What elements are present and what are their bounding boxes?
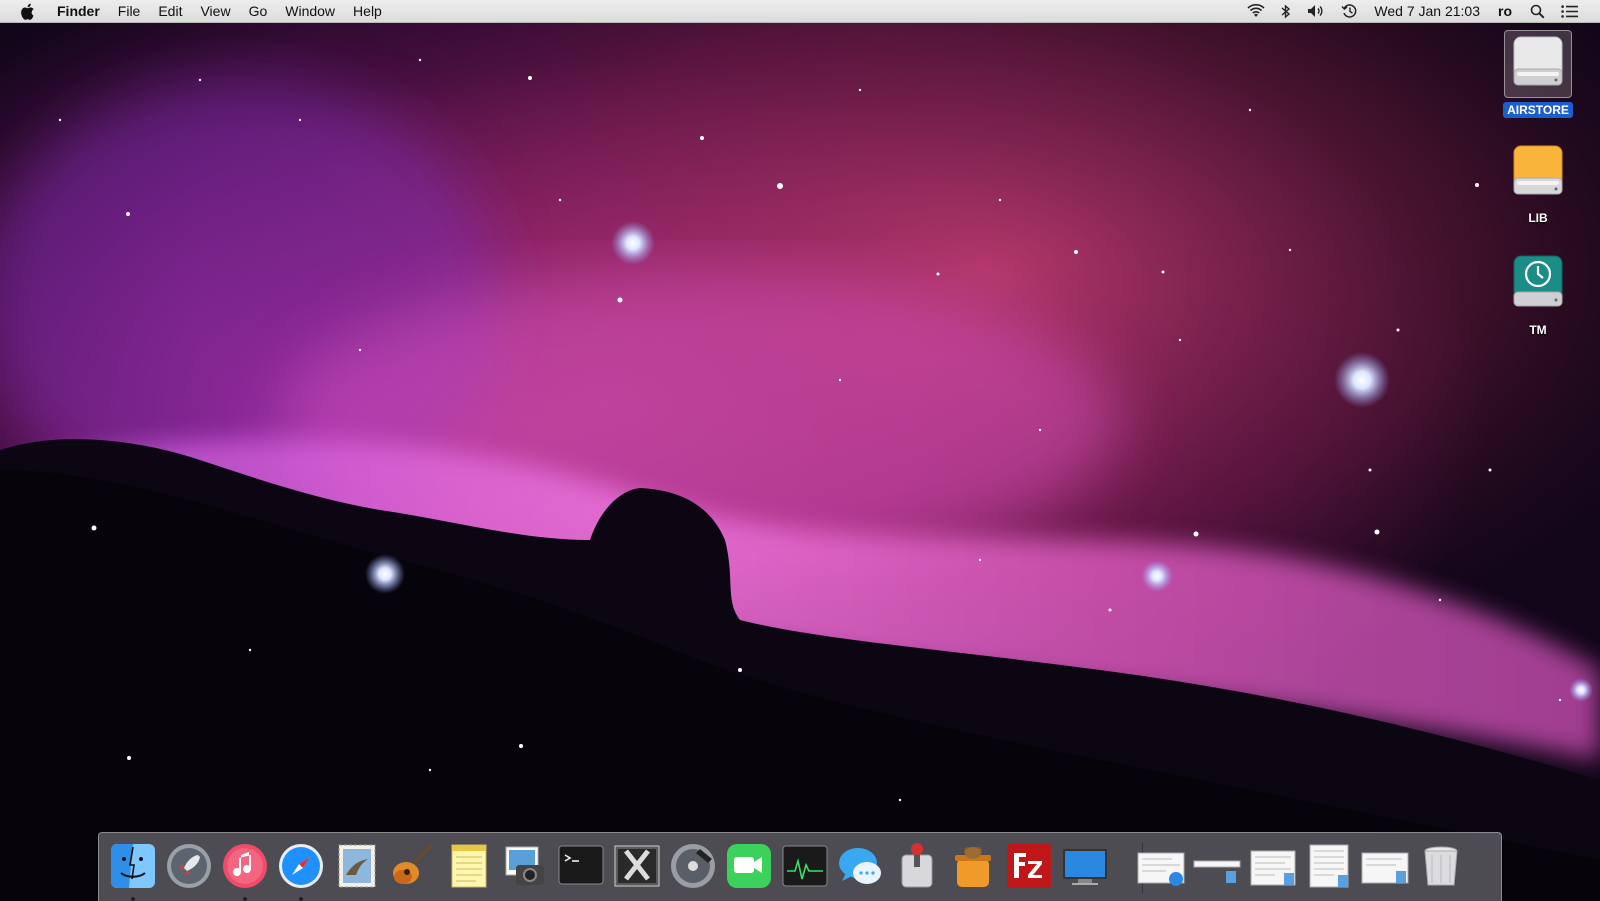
dock-screen-sharing[interactable]: [1060, 841, 1110, 891]
desktop-icon-label: LIB: [1528, 211, 1548, 225]
dock-facetime[interactable]: [724, 841, 774, 891]
notification-center-icon[interactable]: [1553, 4, 1586, 18]
dock-dvd-player[interactable]: [668, 841, 718, 891]
disc-icon: [671, 844, 715, 888]
menu-file[interactable]: File: [109, 0, 150, 22]
dock-notes[interactable]: [444, 841, 494, 891]
desktop-icon-tm[interactable]: TM: [1495, 252, 1581, 339]
dock: [98, 832, 1502, 901]
running-indicator: [243, 897, 247, 901]
dock-finder[interactable]: [108, 841, 158, 901]
dock-filezilla[interactable]: [1004, 841, 1054, 891]
document-stack-icon: [1309, 844, 1349, 888]
dock-trash[interactable]: [1416, 841, 1466, 891]
bluetooth-icon[interactable]: [1273, 3, 1299, 19]
dock-stack-document-2[interactable]: [1192, 841, 1242, 891]
mail-stamp-icon: [338, 844, 376, 888]
desktop-icon-label: TM: [1529, 323, 1547, 337]
transmission-icon: [901, 843, 933, 888]
wifi-icon[interactable]: [1239, 4, 1273, 18]
document-stack-icon: [1193, 860, 1241, 883]
dock-transmission[interactable]: [892, 841, 942, 891]
compass-icon: [279, 844, 323, 888]
time-machine-icon[interactable]: [1333, 3, 1366, 19]
running-indicator: [299, 897, 303, 901]
dock-stack-document-3[interactable]: [1248, 841, 1298, 891]
orange-drive-icon: [1505, 140, 1571, 206]
dock-stack-document-1[interactable]: [1136, 841, 1186, 891]
input-source-indicator[interactable]: ro: [1488, 0, 1522, 22]
volume-icon[interactable]: [1299, 4, 1333, 18]
archive-jar-icon: [955, 847, 991, 887]
dock-activity-monitor[interactable]: [780, 841, 830, 891]
dock-garageband[interactable]: [388, 841, 438, 891]
running-indicator: [131, 897, 135, 901]
desktop-icon-lib[interactable]: LIB: [1495, 140, 1581, 227]
desktop-icon-airstore[interactable]: AIRSTORE: [1495, 30, 1581, 119]
menu-view[interactable]: View: [191, 0, 239, 22]
desktop-wallpaper: [0, 0, 1600, 900]
menu-window[interactable]: Window: [276, 0, 344, 22]
camera-photos-icon: [505, 846, 544, 885]
dock-itunes[interactable]: [220, 841, 270, 901]
notepad-icon: [451, 844, 487, 888]
menubar-clock[interactable]: Wed 7 Jan 21:03: [1366, 0, 1488, 22]
dock-archiver[interactable]: [948, 841, 998, 891]
rocket-icon: [167, 844, 211, 888]
document-stack-icon: [1250, 850, 1296, 886]
x-chat-icon: [614, 845, 660, 887]
document-stack-icon: [1361, 852, 1409, 884]
menu-edit[interactable]: Edit: [149, 0, 191, 22]
dock-mail[interactable]: [332, 841, 382, 891]
music-note-icon: [223, 844, 267, 888]
guitar-icon: [393, 843, 434, 884]
apple-menu-icon[interactable]: [16, 0, 38, 22]
dock-terminal[interactable]: [556, 841, 606, 891]
chat-bubble-icon: [839, 848, 881, 884]
finder-icon: [111, 844, 155, 888]
menu-bar: Finder File Edit View Go Window Help Wed…: [0, 0, 1600, 23]
document-stack-icon: [1137, 852, 1185, 886]
dock-stack-document-5[interactable]: [1360, 841, 1410, 891]
dock-messages[interactable]: [836, 841, 886, 891]
terminal-icon: [558, 845, 604, 885]
dock-x-chat[interactable]: [612, 841, 662, 891]
trash-icon: [1424, 846, 1458, 886]
filezilla-icon: [1007, 844, 1051, 888]
time-machine-drive-icon: [1505, 252, 1571, 318]
dock-image-capture[interactable]: [500, 841, 550, 891]
spotlight-icon[interactable]: [1522, 4, 1553, 19]
menu-help[interactable]: Help: [344, 0, 391, 22]
monitor-icon: [1063, 849, 1107, 885]
external-drive-icon: [1504, 30, 1572, 98]
app-menu-finder[interactable]: Finder: [48, 0, 109, 22]
activity-graph-icon: [782, 845, 828, 887]
dock-launchpad[interactable]: [164, 841, 214, 891]
dock-safari[interactable]: [276, 841, 326, 901]
facetime-camera-icon: [727, 844, 771, 888]
desktop-icon-label: AIRSTORE: [1503, 102, 1573, 118]
menu-go[interactable]: Go: [240, 0, 277, 22]
dock-stack-document-4[interactable]: [1304, 841, 1354, 891]
